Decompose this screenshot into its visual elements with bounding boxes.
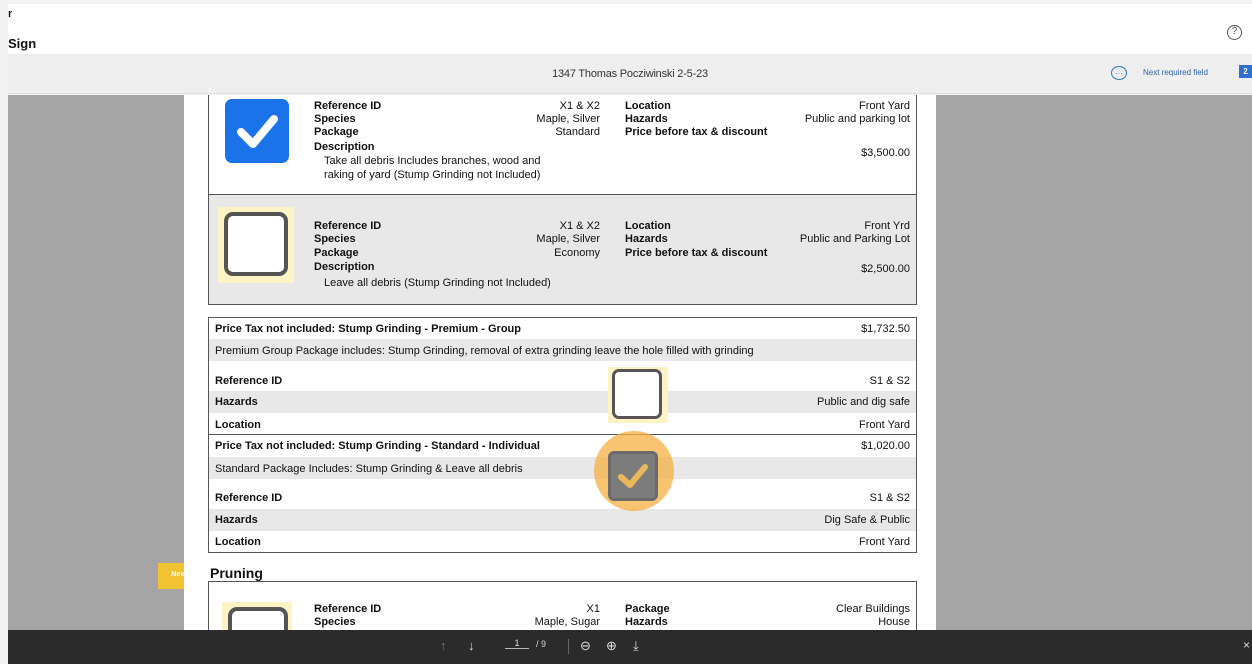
row-label: Location bbox=[215, 419, 261, 431]
help-icon[interactable]: ? bbox=[1227, 25, 1242, 40]
app-window: r Sign ? 1347 Thomas Pocziwinski 2-5-23 … bbox=[0, 0, 1252, 664]
row-value: Front Yard bbox=[859, 419, 910, 431]
description-text: Take all debris Includes branches, wood … bbox=[324, 155, 541, 167]
value: Maple, Sugar bbox=[534, 616, 600, 628]
row-label: Reference ID bbox=[215, 375, 283, 387]
label: Price before tax & discount bbox=[625, 247, 768, 259]
package-price: $1,020.00 bbox=[861, 440, 910, 452]
menu-caret[interactable]: r bbox=[8, 8, 12, 20]
close-icon[interactable]: × bbox=[1243, 638, 1250, 652]
download-icon[interactable]: ⤓ bbox=[633, 639, 639, 653]
row-label: Location bbox=[215, 536, 261, 548]
zoom-in-icon[interactable]: ⊕ bbox=[606, 639, 617, 653]
label: Description bbox=[314, 261, 375, 273]
required-field-counter: 2 bbox=[1239, 65, 1252, 78]
value: X1 & X2 bbox=[559, 100, 600, 112]
label: Species bbox=[314, 616, 356, 628]
arrow-down-icon[interactable]: ↓ bbox=[468, 639, 475, 653]
row-label: Hazards bbox=[215, 514, 258, 526]
option-1-checkbox[interactable] bbox=[225, 99, 289, 163]
package-title: Price Tax not included: Stump Grinding -… bbox=[215, 323, 521, 335]
label: Hazards bbox=[625, 113, 668, 125]
value: $2,500.00 bbox=[861, 263, 910, 275]
arrow-up-icon[interactable]: ↑ bbox=[440, 639, 447, 653]
value: Standard bbox=[555, 126, 600, 138]
page-count: / 9 bbox=[536, 639, 547, 649]
row-value: Dig Safe & Public bbox=[824, 514, 910, 526]
pruning-checkbox[interactable] bbox=[228, 607, 288, 630]
label: Species bbox=[314, 233, 356, 245]
package-price: $1,732.50 bbox=[861, 323, 910, 335]
premium-checkbox[interactable] bbox=[612, 369, 662, 419]
value: Front Yrd bbox=[864, 220, 910, 232]
value: Front Yard bbox=[859, 100, 910, 112]
document-bar: 1347 Thomas Pocziwinski 2-5-23 … Next re… bbox=[8, 54, 1252, 94]
comment-icon[interactable]: … bbox=[1111, 66, 1127, 80]
option-2-checkbox[interactable] bbox=[224, 212, 288, 276]
label: Reference ID bbox=[314, 220, 382, 232]
label: Hazards bbox=[625, 616, 668, 628]
label: Description bbox=[314, 141, 375, 153]
package-description: Standard Package Includes: Stump Grindin… bbox=[215, 463, 523, 475]
label: Species bbox=[314, 113, 356, 125]
label: Package bbox=[314, 247, 359, 259]
value: Maple, Silver bbox=[536, 233, 600, 245]
label: Price before tax & discount bbox=[625, 126, 768, 138]
document-name: 1347 Thomas Pocziwinski 2-5-23 bbox=[552, 68, 708, 80]
label: Reference ID bbox=[314, 100, 382, 112]
row-value: S1 & S2 bbox=[869, 492, 910, 504]
toolbar-divider bbox=[568, 639, 569, 654]
next-required-field-button[interactable]: Next required field bbox=[1143, 68, 1208, 77]
row-label: Reference ID bbox=[215, 492, 283, 504]
description-text: Leave all debris (Stump Grinding not Inc… bbox=[324, 277, 551, 289]
description-text: raking of yard (Stump Grinding not Inclu… bbox=[324, 169, 541, 181]
value: Maple, Silver bbox=[536, 113, 600, 125]
row-value: Front Yard bbox=[859, 536, 910, 548]
checkmark-icon bbox=[237, 115, 278, 148]
page-number-input[interactable]: 1 bbox=[505, 638, 529, 649]
value: Economy bbox=[554, 247, 600, 259]
row-label: Hazards bbox=[215, 396, 258, 408]
row-value: Public and dig safe bbox=[817, 396, 910, 408]
pruning-heading: Pruning bbox=[210, 565, 263, 581]
label: Location bbox=[625, 220, 671, 232]
zoom-out-icon[interactable]: ⊖ bbox=[580, 639, 591, 653]
label: Hazards bbox=[625, 233, 668, 245]
value: X1 bbox=[586, 603, 600, 615]
value: House bbox=[878, 616, 910, 628]
checkmark-icon bbox=[618, 464, 648, 488]
document-viewer[interactable]: Next Reference ID Species Package Descri… bbox=[8, 95, 1252, 630]
label: Package bbox=[314, 126, 359, 138]
app-title: Sign bbox=[8, 36, 37, 51]
document-page: Reference ID Species Package Description… bbox=[184, 95, 936, 630]
value: X1 & X2 bbox=[559, 220, 600, 232]
top-bar: r Sign ? bbox=[8, 4, 1252, 54]
bottom-toolbar: ↑ ↓ 1 / 9 ⊖ ⊕ ⤓ × bbox=[8, 630, 1252, 664]
standard-checkbox[interactable] bbox=[608, 451, 658, 501]
package-title: Price Tax not included: Stump Grinding -… bbox=[215, 440, 540, 452]
value: Clear Buildings bbox=[836, 603, 910, 615]
label: Reference ID bbox=[314, 603, 382, 615]
row-value: S1 & S2 bbox=[869, 375, 910, 387]
value: Public and parking lot bbox=[804, 113, 910, 125]
label: Package bbox=[625, 603, 670, 615]
package-description: Premium Group Package includes: Stump Gr… bbox=[215, 345, 754, 357]
label: Location bbox=[625, 100, 671, 112]
divider bbox=[209, 434, 916, 435]
value: $3,500.00 bbox=[861, 147, 910, 159]
value: Public and Parking Lot bbox=[799, 233, 910, 245]
